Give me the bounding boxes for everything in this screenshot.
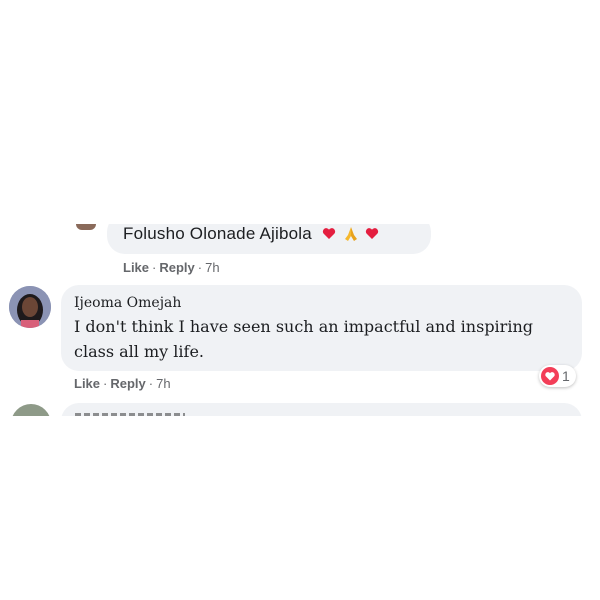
heart-icon [366,228,379,240]
separator: · [148,376,154,391]
emoji-group [322,225,379,243]
comment-author[interactable]: Ijeoma Omejah [74,295,568,311]
profile-photo [9,286,51,328]
separator: · [103,376,108,391]
reaction-summary[interactable]: 1 [539,365,576,387]
avatar[interactable] [9,286,51,328]
separator: · [197,260,203,275]
comment-actions: Like · Reply · 7h [123,260,220,275]
avatar[interactable] [11,404,51,416]
reply-link[interactable]: Reply [159,260,194,275]
timestamp[interactable]: 7h [156,376,170,391]
heart-icon [323,228,336,240]
folded-hands-icon [344,226,357,241]
comment-author[interactable]: Folusho Olonade Ajibola [123,224,312,244]
timestamp[interactable]: 7h [205,260,219,275]
avatar[interactable] [76,224,96,230]
comment-bubble: Folusho Olonade Ajibola [107,224,431,254]
love-reaction-icon [541,367,559,385]
comments-section: Folusho Olonade Ajibola Like · Reply · 7h Ij… [0,224,600,416]
reaction-count: 1 [562,368,570,384]
like-link[interactable]: Like [74,376,100,391]
comment-bubble: Ijeoma Omejah I don't think I have seen … [61,285,582,371]
reply-link[interactable]: Reply [110,376,145,391]
like-link[interactable]: Like [123,260,149,275]
comment-author-partial [75,413,185,416]
separator: · [152,260,157,275]
comment-text: I don't think I have seen such an impact… [74,317,533,361]
comment-actions: Like · Reply · 7h [74,376,171,391]
